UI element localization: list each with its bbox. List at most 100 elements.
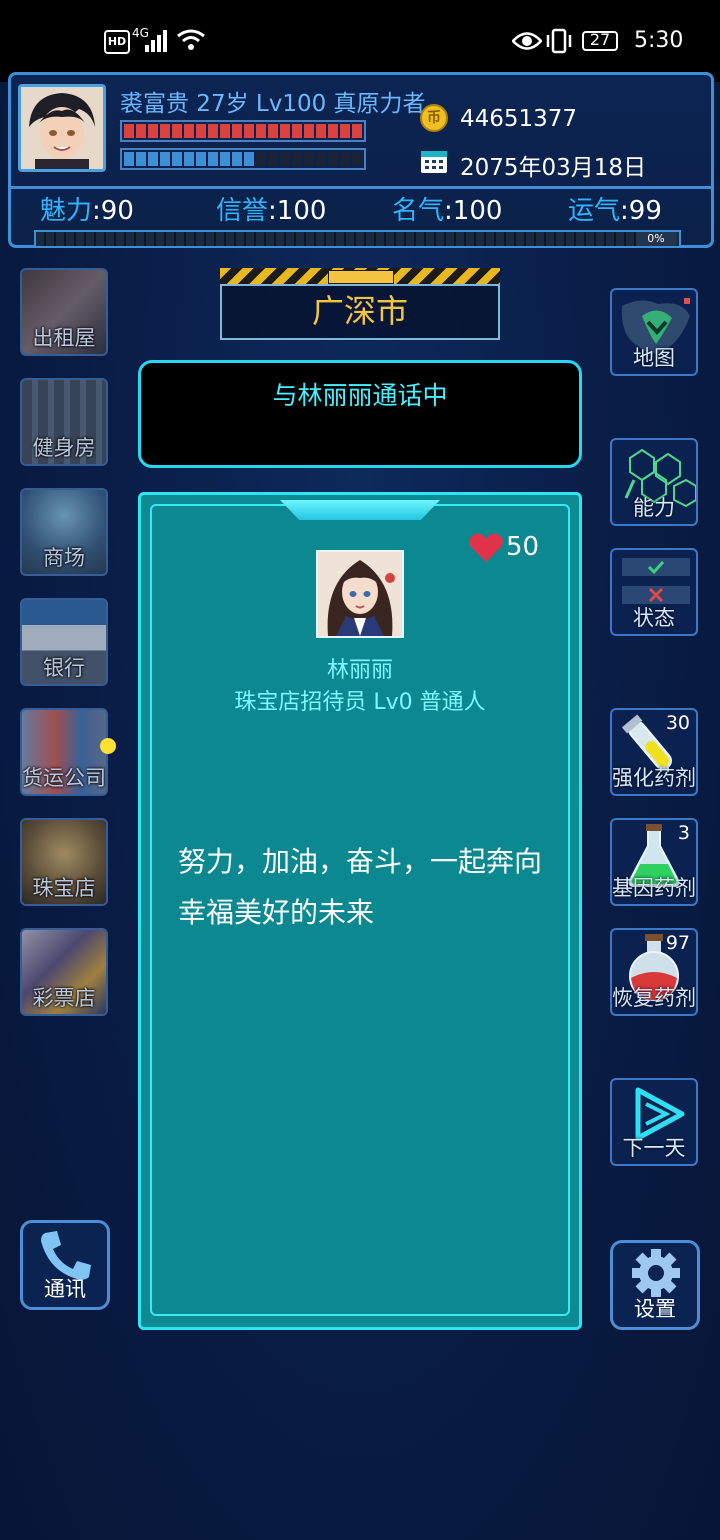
npc-name: 林丽丽: [326, 658, 393, 683]
stat-value: 100: [276, 196, 327, 226]
nav-rental-house[interactable]: 出租屋: [20, 268, 108, 356]
bar-segment: [244, 152, 254, 166]
notification-dot: [100, 738, 116, 754]
nav-label: 珠宝店: [32, 876, 96, 900]
coin-icon: 币: [420, 104, 448, 132]
stat-label: 信誉: [216, 196, 269, 226]
gene-potion-button[interactable]: 3 基因药剂: [610, 818, 698, 906]
bar-segment: [292, 124, 302, 138]
enhance-potion-count: 30: [665, 712, 690, 734]
bar-segment: [268, 152, 278, 166]
player-avatar[interactable]: [18, 84, 106, 172]
nav-label: 商场: [43, 546, 85, 570]
ability-button[interactable]: 能力: [610, 438, 698, 526]
bar-segment: [352, 124, 362, 138]
clock: 5:30: [634, 28, 684, 53]
nav-label: 货运公司: [22, 766, 106, 790]
communication-button[interactable]: 通讯: [20, 1220, 110, 1310]
settings-button[interactable]: 设置: [610, 1240, 700, 1330]
enhance-potion-button[interactable]: 30 强化药剂: [610, 708, 698, 796]
stat-fame: 名气:100: [392, 196, 503, 226]
bar-segment: [160, 152, 170, 166]
bar-segment: [184, 152, 194, 166]
stat-label: 运气: [568, 196, 621, 226]
bar-segment: [256, 152, 266, 166]
bar-segment: [328, 124, 338, 138]
stat-label: 名气: [392, 196, 445, 226]
hd-badge: HD: [104, 30, 130, 54]
player-portrait-icon: [21, 87, 103, 169]
stat-value: 100: [452, 196, 503, 226]
stat-label: 魅力: [40, 196, 93, 226]
heart-icon: [469, 533, 503, 562]
hp-bar: [120, 120, 366, 142]
bar-segment: [220, 152, 230, 166]
gear-icon: [632, 1249, 680, 1297]
affection-value: 50: [506, 532, 540, 562]
next-day-button[interactable]: 下一天: [610, 1078, 698, 1166]
status-label: 状态: [633, 606, 675, 630]
bar-segment: [328, 152, 338, 166]
nav-lottery-store[interactable]: 彩票店: [20, 928, 108, 1016]
nav-freight-company[interactable]: 货运公司: [20, 708, 108, 796]
next-day-label: 下一天: [622, 1136, 686, 1160]
bar-segment: [184, 124, 194, 138]
bar-segment: [172, 124, 182, 138]
bar-segment: [136, 124, 146, 138]
chat-card-tab: [280, 500, 440, 520]
bar-segment: [340, 124, 350, 138]
call-status-text: 与林丽丽通话中: [272, 381, 448, 410]
nav-label: 出租屋: [32, 326, 96, 350]
nav-jewelry-store[interactable]: 珠宝店: [20, 818, 108, 906]
stat-luck: 运气:99: [568, 196, 662, 226]
wifi-icon: [177, 29, 205, 50]
nav-bank[interactable]: 银行: [20, 598, 108, 686]
recovery-potion-button[interactable]: 97 恢复药剂: [610, 928, 698, 1016]
recovery-potion-label: 恢复药剂: [612, 986, 696, 1010]
bar-segment: [196, 124, 206, 138]
stat-value: 99: [628, 196, 662, 226]
coin-amount: 44651377: [460, 106, 578, 132]
map-label: 地图: [633, 346, 675, 370]
bar-segment: [124, 152, 134, 166]
nav-mall[interactable]: 商场: [20, 488, 108, 576]
gene-potion-label: 基因药剂: [612, 876, 696, 900]
bar-segment: [208, 124, 218, 138]
signal-icon: [145, 30, 167, 52]
bar-segment: [208, 152, 218, 166]
nav-label: 彩票店: [32, 986, 96, 1010]
bar-segment: [268, 124, 278, 138]
bar-segment: [232, 124, 242, 138]
nav-gym[interactable]: 健身房: [20, 378, 108, 466]
exp-percent: 0%: [636, 232, 676, 246]
bar-segment: [352, 152, 362, 166]
bar-segment: [280, 152, 290, 166]
gene-potion-count: 3: [677, 822, 690, 844]
map-button[interactable]: 地图: [610, 288, 698, 376]
bar-segment: [292, 152, 302, 166]
npc-portrait-icon: [318, 552, 402, 636]
stat-value: 90: [100, 196, 134, 226]
nav-label: 健身房: [32, 436, 96, 460]
calendar-icon: [421, 151, 447, 173]
npc-role: 珠宝店招待员 Lv0 普通人: [234, 690, 486, 715]
bar-segment: [232, 152, 242, 166]
settings-label: 设置: [634, 1297, 676, 1321]
bar-segment: [196, 152, 206, 166]
bar-segment: [136, 152, 146, 166]
bar-segment: [160, 124, 170, 138]
npc-avatar[interactable]: [316, 550, 404, 638]
stat-charm: 魅力:90: [40, 196, 134, 226]
bar-segment: [172, 152, 182, 166]
city-name: 广深市: [220, 284, 500, 340]
enhance-potion-label: 强化药剂: [612, 766, 696, 790]
bar-segment: [316, 152, 326, 166]
game-date: 2075年03月18日: [460, 155, 647, 181]
battery-level: 27: [589, 30, 611, 49]
ability-label: 能力: [633, 496, 675, 520]
bar-segment: [148, 152, 158, 166]
bar-segment: [124, 124, 134, 138]
nav-label: 银行: [43, 656, 85, 680]
status-button[interactable]: 状态: [610, 548, 698, 636]
status-bar: HD 4G 27 5:30: [0, 0, 720, 82]
